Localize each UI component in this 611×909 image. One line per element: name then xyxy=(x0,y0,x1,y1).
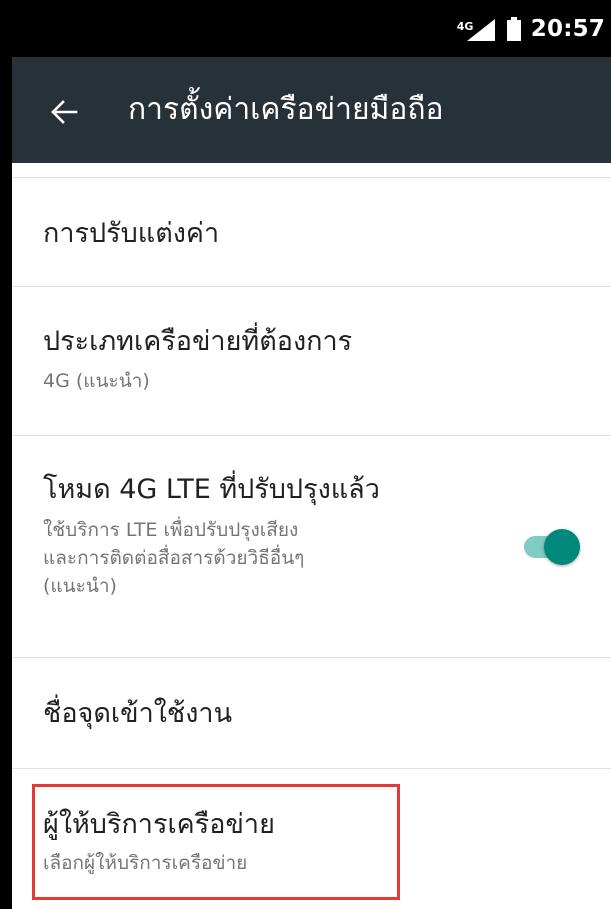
status-icons: 4G 20:57 xyxy=(457,0,605,57)
list-item-subtitle: เลือกผู้ให้บริการเครือข่าย xyxy=(43,852,248,874)
list-item-title: ผู้ให้บริการเครือข่าย xyxy=(43,809,275,840)
enhanced-lte-toggle[interactable] xyxy=(520,528,580,568)
list-item-title: โหมด 4G LTE ที่ปรับปรุงแล้ว xyxy=(43,474,380,505)
list-item-network-operators[interactable]: ผู้ให้บริการเครือข่าย เลือกผู้ให้บริการเ… xyxy=(12,769,611,909)
list-item-title: ชื่อจุดเข้าใช้งาน xyxy=(43,698,233,729)
list-item-title: การปรับแต่งค่า xyxy=(43,218,220,249)
battery-icon xyxy=(506,16,521,41)
list-item-subtitle: 4G (แนะนำ) xyxy=(43,370,150,392)
status-bar: 4G 20:57 xyxy=(12,0,611,57)
screen: 4G 20:57 การตั้งค่าเครือข่ายมือถือ การปร… xyxy=(12,0,611,909)
page-title: การตั้งค่าเครือข่ายมือถือ xyxy=(128,92,444,127)
list-item-title: ประเภทเครือข่ายที่ต้องการ xyxy=(43,326,353,357)
list-item-access-point-names[interactable]: ชื่อจุดเข้าใช้งาน xyxy=(12,658,611,769)
list-item-preferred-network-type[interactable]: ประเภทเครือข่ายที่ต้องการ 4G (แนะนำ) xyxy=(12,287,611,436)
status-clock: 20:57 xyxy=(530,15,605,42)
list-item-customization[interactable]: การปรับแต่งค่า xyxy=(12,178,611,287)
toggle-thumb xyxy=(544,529,580,565)
signal-indicator: 4G xyxy=(457,14,497,44)
signal-icon xyxy=(466,18,495,41)
device-frame: 4G 20:57 การตั้งค่าเครือข่ายมือถือ การปร… xyxy=(0,0,611,909)
list-item-subtitle: ใช้บริการ LTE เพื่อปรับปรุงเสียง และการต… xyxy=(43,519,305,597)
app-bar: การตั้งค่าเครือข่ายมือถือ xyxy=(12,57,611,163)
back-arrow-icon[interactable] xyxy=(50,98,78,126)
